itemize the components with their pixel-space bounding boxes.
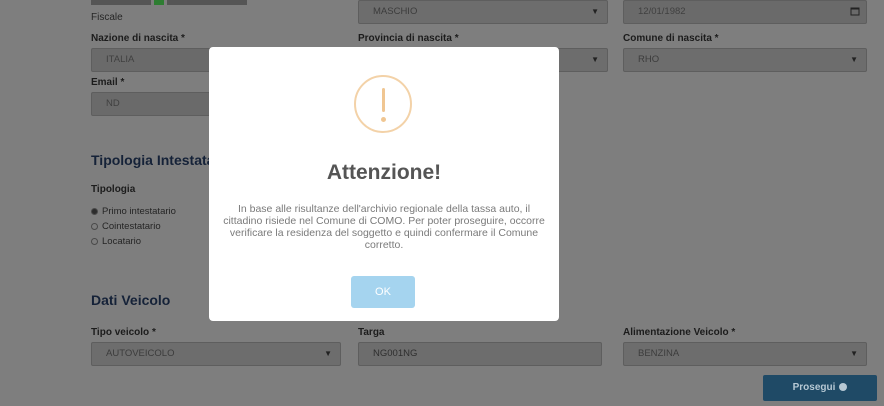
radio-primo-intestatario[interactable]: Primo intestatario	[91, 206, 176, 217]
data-nascita-field[interactable]: 12/01/1982	[623, 0, 867, 24]
chevron-down-icon: ▼	[591, 7, 599, 16]
radio-unchecked-icon	[91, 238, 98, 245]
data-nascita-value: 12/01/1982	[638, 6, 686, 17]
tipo-veicolo-label: Tipo veicolo *	[91, 327, 156, 338]
warning-modal: Attenzione! In base alle risultanze dell…	[209, 47, 559, 321]
radio-cointestatario[interactable]: Cointestatario	[91, 221, 161, 232]
sesso-value: MASCHIO	[373, 6, 418, 17]
radio-locatario[interactable]: Locatario	[91, 236, 141, 247]
radio-label: Cointestatario	[102, 221, 161, 232]
calendar-icon[interactable]	[850, 6, 860, 16]
page-background: Fiscale MASCHIO ▼ 12/01/1982 Nazione di …	[0, 0, 884, 406]
warning-icon	[354, 75, 412, 133]
radio-unchecked-icon	[91, 223, 98, 230]
targa-value: NG001NG	[373, 348, 418, 359]
targa-field[interactable]: NG001NG	[358, 342, 602, 366]
radio-label: Primo intestatario	[102, 206, 176, 217]
comune-select[interactable]: RHO ▼	[623, 48, 867, 72]
codice-fiscale-row-cut	[91, 0, 261, 7]
provincia-label: Provincia di nascita *	[358, 33, 459, 44]
alimentazione-label: Alimentazione Veicolo *	[623, 327, 736, 338]
alimentazione-value: BENZINA	[638, 348, 680, 359]
chevron-down-icon: ▼	[591, 55, 599, 64]
chevron-down-icon: ▼	[324, 349, 332, 358]
sesso-select[interactable]: MASCHIO ▼	[358, 0, 608, 24]
tipologia-section-title: Tipologia Intestatar	[91, 152, 220, 168]
warning-icon-dot	[381, 117, 386, 122]
modal-title: Attenzione!	[326, 161, 442, 184]
fiscale-label: Fiscale	[91, 12, 123, 23]
warning-icon-bar	[382, 88, 385, 112]
targa-label: Targa	[358, 327, 385, 338]
tipo-veicolo-value: AUTOVEICOLO	[106, 348, 175, 359]
modal-message: In base alle risultanze dell'archivio re…	[223, 203, 545, 251]
nazione-label: Nazione di nascita *	[91, 33, 185, 44]
prosegui-label: Prosegui	[792, 382, 836, 393]
email-value: ND	[106, 98, 120, 109]
email-label: Email *	[91, 77, 125, 88]
dati-veicolo-section-title: Dati Veicolo	[91, 292, 171, 308]
chevron-down-icon: ▼	[850, 349, 858, 358]
alimentazione-select[interactable]: BENZINA ▼	[623, 342, 867, 366]
radio-checked-icon	[91, 208, 98, 215]
prosegui-button[interactable]: Prosegui	[763, 375, 877, 401]
comune-value: RHO	[638, 54, 660, 65]
nazione-value: ITALIA	[106, 54, 135, 65]
comune-label: Comune di nascita *	[623, 33, 719, 44]
chevron-down-icon: ▼	[850, 55, 858, 64]
arrow-circle-right-icon	[839, 383, 848, 391]
tipologia-label: Tipologia	[91, 184, 136, 195]
radio-label: Locatario	[102, 236, 142, 247]
tipo-veicolo-select[interactable]: AUTOVEICOLO ▼	[91, 342, 341, 366]
ok-button[interactable]: OK	[351, 276, 415, 308]
